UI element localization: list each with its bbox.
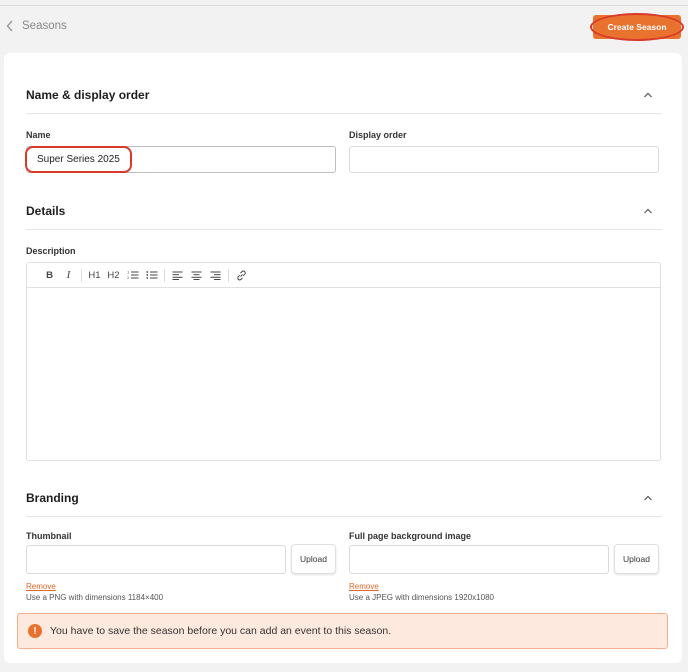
align-left-icon bbox=[172, 271, 183, 280]
toolbar-separator bbox=[81, 268, 82, 282]
toolbar-separator bbox=[228, 268, 229, 282]
section-title-name-order: Name & display order bbox=[26, 88, 150, 102]
create-season-button[interactable]: Create Season bbox=[593, 15, 681, 39]
align-center-button[interactable] bbox=[187, 266, 206, 285]
warning-alert: ! You have to save the season before you… bbox=[17, 613, 668, 649]
description-label: Description bbox=[26, 246, 76, 256]
italic-button[interactable]: I bbox=[59, 266, 78, 285]
link-button[interactable] bbox=[232, 266, 251, 285]
bold-button[interactable]: B bbox=[40, 266, 59, 285]
thumbnail-hint: Use a PNG with dimensions 1184×400 bbox=[26, 593, 164, 602]
display-order-input[interactable] bbox=[349, 146, 659, 173]
background-image-input[interactable] bbox=[349, 545, 609, 574]
display-order-label: Display order bbox=[349, 130, 407, 140]
thumbnail-remove-link[interactable]: Remove bbox=[26, 582, 56, 591]
season-form-card: Name & display order Name Display order … bbox=[4, 53, 682, 663]
section-title-branding: Branding bbox=[26, 491, 79, 505]
section-divider bbox=[26, 229, 662, 230]
align-left-button[interactable] bbox=[168, 266, 187, 285]
section-divider bbox=[26, 113, 662, 114]
chevron-left-icon bbox=[6, 20, 13, 32]
align-right-icon bbox=[210, 271, 221, 280]
align-center-icon bbox=[191, 271, 202, 280]
link-icon bbox=[237, 270, 246, 280]
name-label: Name bbox=[26, 130, 51, 140]
chevron-up-icon[interactable] bbox=[643, 92, 653, 98]
editor-toolbar: B I H1 H2 12 bbox=[27, 263, 660, 288]
warning-icon: ! bbox=[28, 624, 42, 638]
background-remove-link[interactable]: Remove bbox=[349, 582, 379, 591]
ordered-list-icon: 12 bbox=[127, 271, 138, 280]
chevron-up-icon[interactable] bbox=[643, 495, 653, 501]
rich-text-editor: B I H1 H2 12 bbox=[26, 262, 661, 461]
section-divider bbox=[26, 516, 662, 517]
page-header: Seasons Create Season bbox=[0, 6, 688, 52]
background-image-label: Full page background image bbox=[349, 531, 472, 541]
background-upload-button[interactable]: Upload bbox=[614, 544, 659, 574]
background-hint: Use a JPEG with dimensions 1920x1080 bbox=[349, 593, 494, 602]
editor-content-area[interactable] bbox=[27, 288, 660, 461]
ordered-list-button[interactable]: 12 bbox=[123, 266, 142, 285]
svg-text:1: 1 bbox=[127, 271, 129, 275]
svg-text:2: 2 bbox=[127, 276, 129, 280]
heading-2-button[interactable]: H2 bbox=[104, 266, 123, 285]
thumbnail-input[interactable] bbox=[26, 545, 286, 574]
thumbnail-label: Thumbnail bbox=[26, 531, 72, 541]
thumbnail-upload-button[interactable]: Upload bbox=[291, 544, 336, 574]
heading-1-button[interactable]: H1 bbox=[85, 266, 104, 285]
bullet-list-button[interactable] bbox=[142, 266, 161, 285]
chevron-up-icon[interactable] bbox=[643, 208, 653, 214]
alert-message: You have to save the season before you c… bbox=[50, 625, 392, 637]
back-link[interactable]: Seasons bbox=[6, 20, 67, 32]
bullet-list-icon bbox=[145, 271, 157, 279]
section-title-details: Details bbox=[26, 204, 66, 218]
toolbar-separator bbox=[164, 268, 165, 282]
name-input[interactable] bbox=[26, 146, 336, 173]
align-right-button[interactable] bbox=[206, 266, 225, 285]
back-link-label: Seasons bbox=[22, 20, 67, 32]
